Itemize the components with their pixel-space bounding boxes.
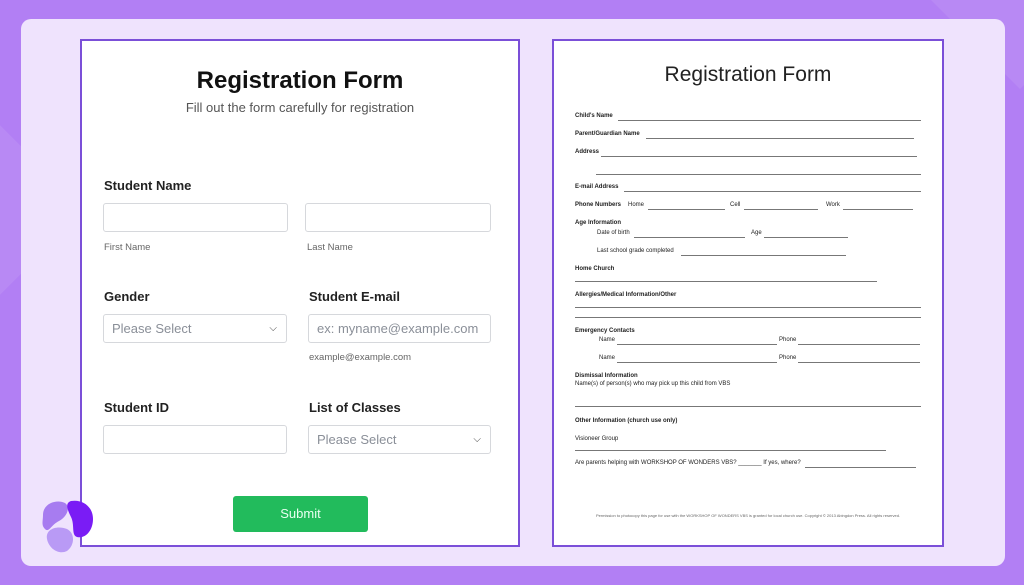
email-address-line[interactable] — [624, 191, 921, 192]
submit-button[interactable]: Submit — [233, 496, 368, 532]
student-email-label: Student E-mail — [309, 289, 401, 304]
last-grade-line[interactable] — [681, 255, 846, 256]
form-title: Registration Form — [196, 67, 404, 94]
phone-numbers-label: Phone Numbers — [575, 202, 622, 208]
guardian-name-line[interactable] — [646, 138, 914, 139]
emergency-phone-line-2[interactable] — [798, 362, 920, 363]
other-info-label: Other Information (church use only) — [575, 418, 678, 424]
chevron-down-icon: ⌵ — [269, 323, 277, 334]
home-phone-line[interactable] — [648, 209, 725, 210]
emergency-name-line-2[interactable] — [617, 362, 777, 363]
date-of-birth-line[interactable] — [634, 237, 745, 238]
allergies-label: Allergies/Medical Information/Other — [575, 292, 677, 298]
home-church-label: Home Church — [575, 266, 615, 272]
first-name-hint: First Name — [104, 242, 151, 253]
first-name-input[interactable] — [103, 203, 288, 232]
student-id-label: Student ID — [104, 400, 169, 415]
allergies-line-2[interactable] — [575, 317, 921, 318]
email-hint: example@example.com — [309, 352, 412, 363]
address-line-2[interactable] — [596, 174, 921, 175]
classes-select[interactable]: Please Select ⌵ — [308, 425, 491, 454]
address-line-1[interactable] — [601, 156, 917, 157]
gender-label: Gender — [104, 289, 150, 304]
gender-select[interactable]: Please Select ⌵ — [103, 314, 287, 343]
helping-where-line[interactable] — [805, 467, 916, 468]
student-name-label: Student Name — [104, 178, 192, 193]
chevron-down-icon: ⌵ — [473, 434, 481, 445]
work-phone-line[interactable] — [843, 209, 913, 210]
copyright-footer: Permission to photocopy this page for us… — [595, 513, 901, 518]
allergies-line-1[interactable] — [575, 307, 921, 308]
work-phone-label: Work — [826, 202, 840, 208]
student-email-input[interactable]: ex: myname@example.com — [308, 314, 491, 343]
emergency-phone-label-1: Phone — [779, 337, 797, 343]
parents-helping-question: Are parents helping with WORKSHOP OF WON… — [575, 460, 801, 466]
last-name-input[interactable] — [305, 203, 491, 232]
home-church-line[interactable] — [575, 281, 877, 282]
paper-form-title: Registration Form — [664, 63, 832, 86]
age-information-label: Age Information — [575, 220, 621, 226]
childs-name-line[interactable] — [618, 120, 921, 121]
classes-select-value: Please Select — [317, 432, 397, 447]
emergency-contacts-label: Emergency Contacts — [575, 328, 635, 334]
form-subtitle: Fill out the form carefully for registra… — [185, 100, 415, 115]
childs-name-label: Child's Name — [575, 113, 613, 119]
age-label: Age — [751, 230, 762, 236]
gender-select-value: Please Select — [112, 321, 192, 336]
visioneer-group-line[interactable] — [575, 450, 886, 451]
emergency-phone-line-1[interactable] — [798, 344, 920, 345]
age-line[interactable] — [764, 237, 848, 238]
address-label: Address — [575, 149, 600, 155]
email-placeholder: ex: myname@example.com — [317, 321, 479, 336]
visioneer-group-label: Visioneer Group — [575, 436, 619, 442]
paper-registration-form: Registration Form Child's Name Parent/Gu… — [552, 39, 944, 547]
last-name-hint: Last Name — [307, 242, 353, 253]
home-phone-label: Home — [628, 202, 645, 208]
student-id-input[interactable] — [103, 425, 287, 454]
cell-phone-label: Cell — [730, 202, 741, 208]
dismissal-description: Name(s) of person(s) who may pick up thi… — [575, 381, 731, 387]
email-address-label: E-mail Address — [575, 184, 619, 190]
dismissal-line[interactable] — [575, 406, 921, 407]
date-of-birth-label: Date of birth — [597, 230, 630, 236]
emergency-phone-label-2: Phone — [779, 355, 797, 361]
dismissal-label: Dismissal Information — [575, 373, 638, 379]
guardian-name-label: Parent/Guardian Name — [575, 131, 640, 137]
online-registration-form: Registration Form Fill out the form care… — [80, 39, 520, 547]
brand-logo-icon — [42, 500, 93, 553]
classes-label: List of Classes — [309, 400, 401, 415]
cell-phone-line[interactable] — [744, 209, 818, 210]
emergency-name-label-1: Name — [599, 337, 616, 343]
emergency-name-line-1[interactable] — [617, 344, 777, 345]
emergency-name-label-2: Name — [599, 355, 616, 361]
last-grade-label: Last school grade completed — [597, 248, 674, 254]
